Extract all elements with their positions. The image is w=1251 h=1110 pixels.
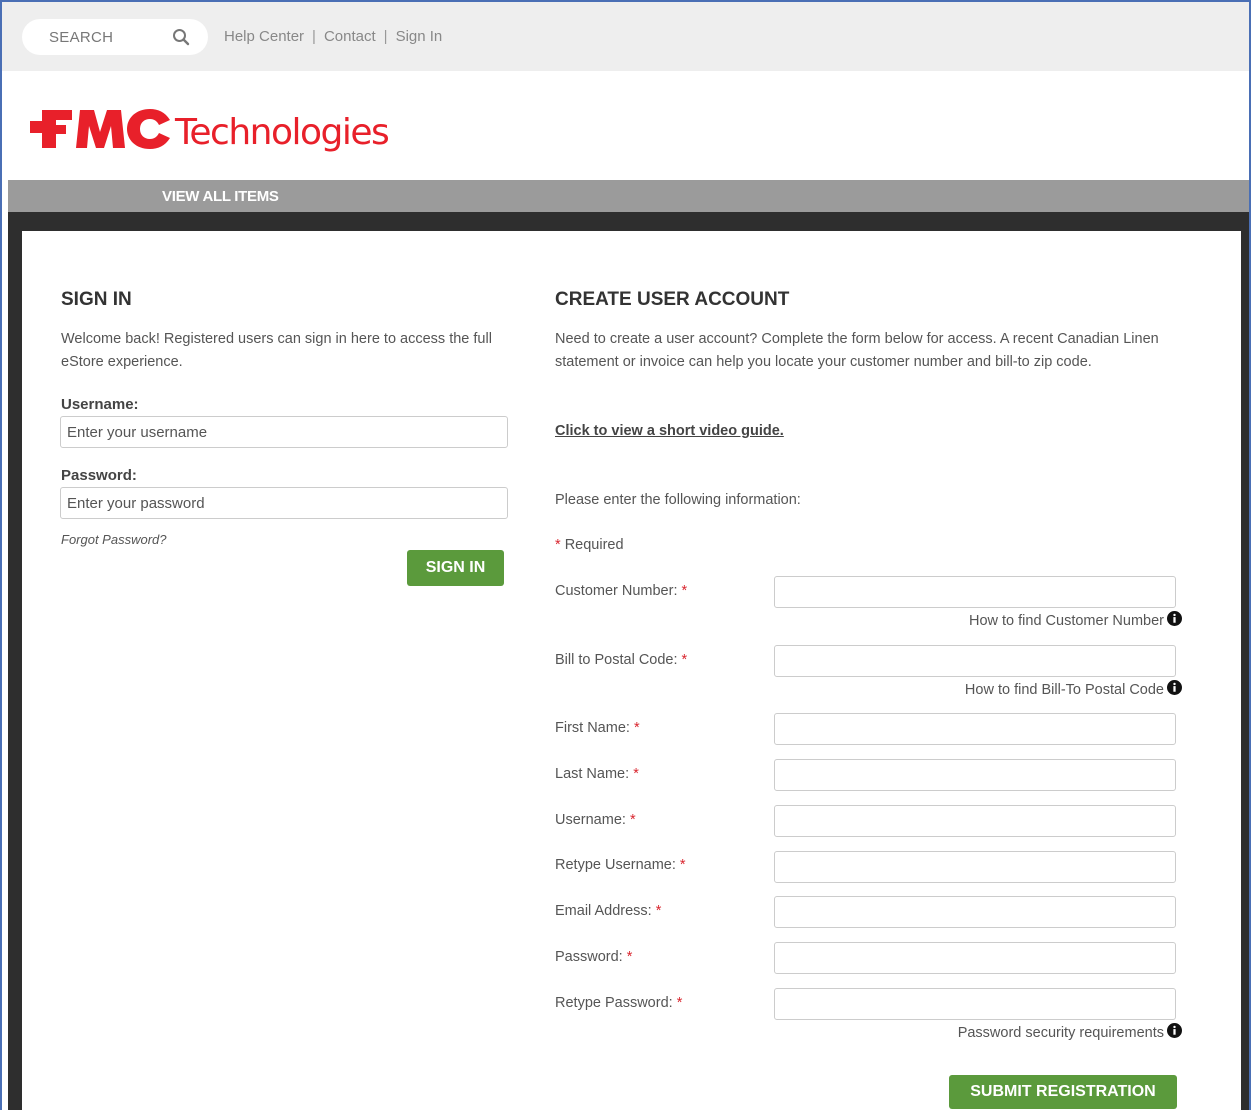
password-requirements-help[interactable]: Password security requirements — [958, 1023, 1182, 1041]
help-text: How to find Customer Number — [968, 613, 1164, 629]
info-icon[interactable] — [1167, 1023, 1182, 1038]
field-label-text: Username: — [555, 812, 626, 828]
retype-password-label: Retype Password: * — [555, 995, 682, 1011]
sign-in-link[interactable]: Sign In — [396, 28, 443, 45]
first-name-field[interactable] — [774, 713, 1176, 745]
field-label-text: Last Name: — [555, 766, 630, 782]
required-asterisk: * — [633, 766, 639, 782]
reg-username-label: Username: * — [555, 812, 636, 828]
email-address-field[interactable] — [774, 896, 1176, 928]
utility-links: Help Center | Contact | Sign In — [224, 28, 442, 45]
search-icon[interactable] — [172, 28, 190, 46]
reg-password-label: Password: * — [555, 949, 632, 965]
first-name-label: First Name: * — [555, 720, 640, 736]
email-address-label: Email Address: * — [555, 903, 661, 919]
utility-bar: SEARCH Help Center | Contact | Sign In — [2, 2, 1249, 71]
sign-in-intro: Welcome back! Registered users can sign … — [61, 331, 492, 370]
create-account-title: CREATE USER ACCOUNT — [555, 289, 790, 310]
field-label-text: Email Address: — [555, 903, 652, 919]
retype-username-field[interactable] — [774, 851, 1176, 883]
info-icon[interactable] — [1167, 680, 1182, 695]
field-label-text: Retype Password: — [555, 995, 673, 1011]
field-label-text: First Name: — [555, 720, 630, 736]
postal-code-help[interactable]: How to find Bill-To Postal Code — [965, 680, 1182, 698]
main-nav: VIEW ALL ITEMS — [8, 180, 1249, 212]
retype-password-field[interactable] — [774, 988, 1176, 1020]
required-asterisk: * — [655, 903, 662, 919]
nav-view-all-items[interactable]: VIEW ALL ITEMS — [162, 188, 279, 205]
contact-link[interactable]: Contact — [324, 28, 376, 45]
content-panel: SIGN IN Welcome back! Registered users c… — [22, 231, 1241, 1110]
bill-to-postal-code-field[interactable] — [774, 645, 1176, 677]
required-note: * Required — [555, 534, 624, 557]
retype-username-label: Retype Username: * — [555, 857, 686, 873]
submit-registration-button[interactable]: SUBMIT REGISTRATION — [949, 1075, 1177, 1109]
help-text: Password security requirements — [957, 1025, 1164, 1041]
forgot-password-link[interactable]: Forgot Password? — [61, 532, 167, 547]
required-asterisk: * — [681, 652, 688, 668]
field-label-text: Password: — [555, 949, 623, 965]
customer-number-field[interactable] — [774, 576, 1176, 608]
required-asterisk: * — [676, 995, 683, 1011]
sign-in-button[interactable]: SIGN IN — [407, 550, 504, 586]
form-instructions: Please enter the following information: — [555, 492, 801, 508]
required-text: Required — [564, 537, 624, 553]
help-center-link[interactable]: Help Center — [224, 28, 304, 45]
reg-password-field[interactable] — [774, 942, 1176, 974]
password-label: Password: — [61, 467, 137, 484]
help-text: How to find Bill-To Postal Code — [964, 682, 1164, 698]
password-field[interactable] — [60, 487, 508, 519]
divider: | — [312, 28, 316, 45]
required-asterisk: * — [681, 583, 688, 599]
username-field[interactable] — [60, 416, 508, 448]
bill-to-postal-code-label: Bill to Postal Code: * — [555, 652, 687, 668]
customer-number-help[interactable]: How to find Customer Number — [969, 611, 1182, 629]
field-label-text: Retype Username: — [555, 857, 676, 873]
last-name-label: Last Name: * — [555, 766, 639, 782]
field-label-text: Bill to Postal Code: — [555, 652, 678, 668]
username-label: Username: — [61, 396, 139, 413]
search-box[interactable]: SEARCH — [22, 19, 208, 55]
last-name-field[interactable] — [774, 759, 1176, 791]
sign-in-title: SIGN IN — [61, 289, 132, 310]
search-input[interactable]: SEARCH — [49, 29, 113, 46]
reg-username-field[interactable] — [774, 805, 1176, 837]
video-guide-link[interactable]: Click to view a short video guide. — [555, 423, 784, 439]
required-asterisk: * — [629, 812, 636, 828]
required-asterisk: * — [626, 949, 633, 965]
info-icon[interactable] — [1167, 611, 1182, 626]
required-asterisk: * — [679, 857, 686, 873]
divider: | — [383, 28, 388, 45]
field-label-text: Customer Number: — [555, 583, 678, 599]
required-asterisk: * — [555, 537, 561, 553]
customer-number-label: Customer Number: * — [555, 583, 687, 599]
create-account-intro: Need to create a user account? Complete … — [555, 331, 1159, 370]
logo-wordmark: Technologies — [175, 112, 390, 153]
required-asterisk: * — [633, 720, 640, 736]
